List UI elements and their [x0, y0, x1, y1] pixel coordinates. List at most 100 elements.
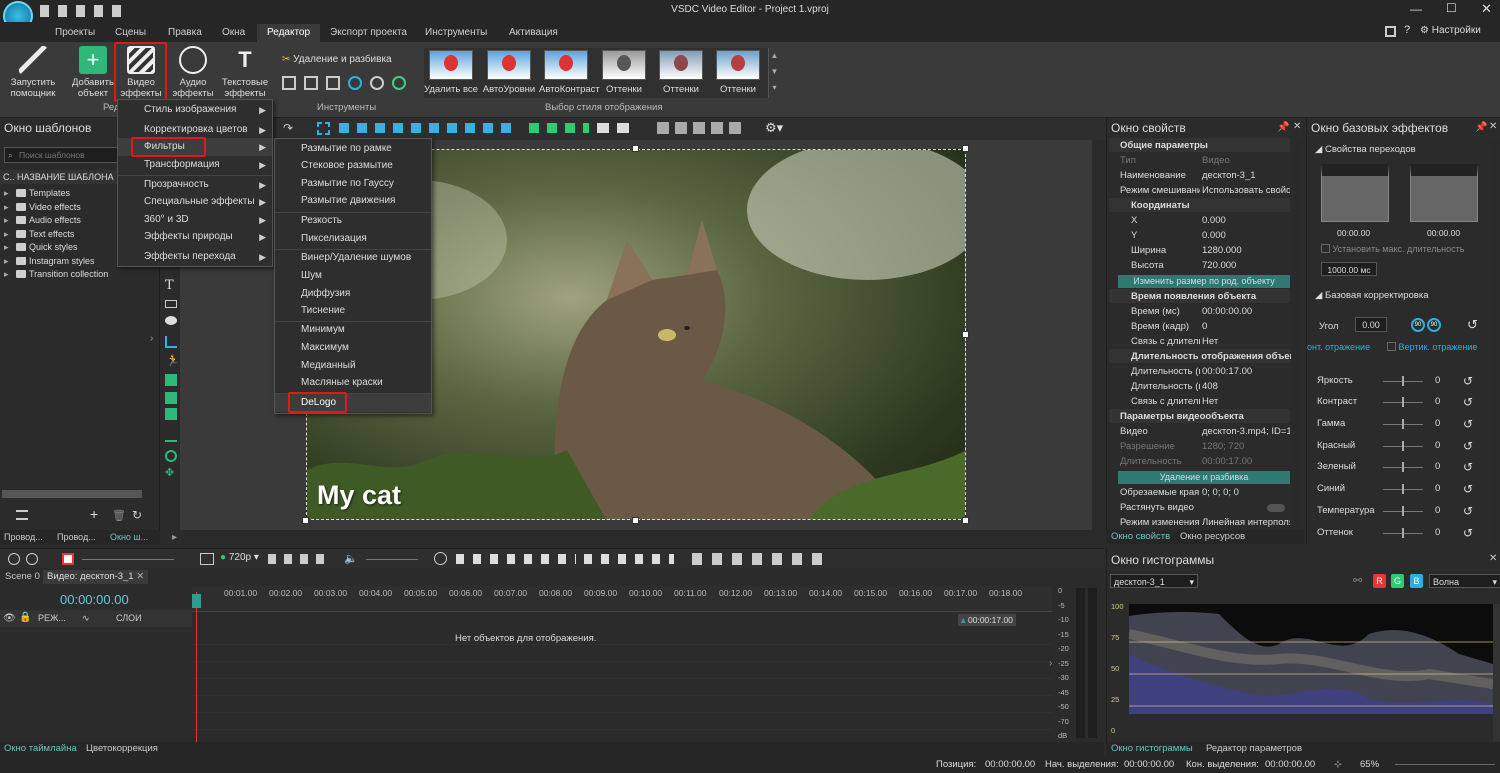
prop-value[interactable]: 00:00:00.00: [1200, 304, 1290, 319]
style-tints-2[interactable]: Оттенки: [654, 50, 708, 95]
coords-header[interactable]: Координаты: [1109, 198, 1290, 213]
tab-templates-window[interactable]: Окно ш...: [110, 530, 148, 544]
histogram-link-icon[interactable]: ⚯: [1353, 574, 1362, 587]
prop-row[interactable]: Растянуть видео: [1109, 500, 1290, 515]
menu-item-pixelate[interactable]: Пикселизация: [275, 230, 431, 248]
reset-icon[interactable]: ↺: [1463, 481, 1473, 497]
reset-icon[interactable]: ↺: [1463, 503, 1473, 519]
tab-projects[interactable]: Проекты: [45, 24, 105, 42]
menu-item-oil-paint[interactable]: Масляные краски: [275, 374, 431, 392]
max-duration-checkbox[interactable]: Установить макс. длительность: [1321, 244, 1464, 254]
add-object-button[interactable]: + Добавить объект: [68, 46, 118, 99]
prop-row[interactable]: Наименование десктоп-3_1: [1109, 168, 1290, 183]
pin-icon[interactable]: 📌: [1277, 122, 1289, 133]
zoom-slider[interactable]: [1395, 764, 1495, 765]
transition-in-preview[interactable]: [1321, 164, 1389, 222]
properties-vscroll[interactable]: [1292, 140, 1302, 530]
tab-param-editor[interactable]: Редактор параметров: [1206, 742, 1302, 756]
prop-value[interactable]: Использовать свойства: [1200, 183, 1290, 198]
prop-value[interactable]: 0; 0; 0; 0: [1200, 485, 1290, 500]
menu-item-diffusion[interactable]: Диффузия: [275, 285, 431, 303]
prop-row[interactable]: Высота 720.000: [1109, 258, 1290, 273]
prop-value[interactable]: 1280.000: [1200, 243, 1290, 258]
prop-row[interactable]: Разрешение 1280; 720: [1109, 439, 1290, 454]
refresh-icon[interactable]: ↻: [132, 508, 142, 522]
reset-icon[interactable]: ↺: [1463, 459, 1473, 475]
subtitle-tool-icon[interactable]: [165, 300, 177, 308]
prop-row[interactable]: Видео десктоп-3.mp4; ID=1: [1109, 424, 1290, 439]
resize-handle[interactable]: [302, 517, 309, 524]
zoom-slider[interactable]: [82, 559, 174, 560]
panel-collapse-icon[interactable]: ›: [150, 333, 153, 344]
add-template-icon[interactable]: +: [90, 506, 98, 522]
resize-handle[interactable]: [962, 331, 969, 338]
group-icons[interactable]: [597, 123, 635, 133]
blend-mode-label[interactable]: РЕЖ...: [38, 613, 66, 623]
delete-template-icon[interactable]: 🗑: [112, 509, 126, 522]
preview-vscroll[interactable]: [1092, 140, 1104, 530]
list-view-icon[interactable]: [16, 510, 28, 520]
open-file-icon[interactable]: [58, 5, 67, 17]
settings-button[interactable]: ⚙ Настройки: [1420, 25, 1481, 36]
reset-icon[interactable]: ↺: [1463, 525, 1473, 541]
timeline-expand-icon[interactable]: ›: [1049, 658, 1052, 669]
channel-b-button[interactable]: B: [1410, 574, 1423, 588]
delete-split-button[interactable]: ✂ Удаление и разбивка: [282, 54, 392, 65]
prop-row[interactable]: X 0.000: [1109, 213, 1290, 228]
slider-knob[interactable]: [1402, 441, 1404, 451]
paste-icon[interactable]: [112, 5, 121, 17]
menu-item-box-blur[interactable]: Размытие по рамке: [275, 140, 431, 158]
tab-properties[interactable]: Окно свойств: [1111, 530, 1170, 544]
menu-item-median[interactable]: Медианный: [275, 357, 431, 375]
menu-item-minimum[interactable]: Минимум: [275, 321, 431, 339]
tree-item[interactable]: Transition collection: [0, 268, 160, 282]
slider-tint[interactable]: Оттенок 0 ↺: [1317, 525, 1482, 541]
menu-item-360-3d[interactable]: 360° и 3D ▶: [118, 211, 272, 229]
prop-row[interactable]: Тип Видео: [1109, 153, 1290, 168]
slider-knob[interactable]: [1402, 376, 1404, 386]
tab-histogram[interactable]: Окно гистограммы: [1111, 742, 1193, 756]
style-auto-levels[interactable]: АвтоУровни: [482, 50, 536, 95]
layout-icon[interactable]: [1385, 26, 1396, 37]
slider-value[interactable]: 0: [1435, 416, 1440, 432]
prop-row[interactable]: Ширина 1280.000: [1109, 243, 1290, 258]
prop-value[interactable]: 0.000: [1200, 213, 1290, 228]
prop-value[interactable]: 408: [1200, 379, 1290, 394]
histogram-vscroll[interactable]: [1493, 604, 1500, 744]
resize-handle[interactable]: [962, 145, 969, 152]
text-effects-button[interactable]: T Текстовые эффекты: [218, 46, 272, 99]
prop-value[interactable]: десктоп-3_1: [1200, 168, 1290, 183]
style-auto-contrast[interactable]: АвтоКонтраст: [539, 50, 600, 95]
style-scroll[interactable]: ▲ ▼ ▾: [768, 48, 780, 98]
playhead[interactable]: [196, 592, 197, 742]
histogram-source-select[interactable]: десктоп-3_1 ▾: [1110, 574, 1198, 588]
slider-knob[interactable]: [1402, 462, 1404, 472]
slider-green[interactable]: Зеленый 0 ↺: [1317, 459, 1482, 475]
menu-item-nature-effects[interactable]: Эффекты природы ▶: [118, 228, 272, 246]
menu-item-special-effects[interactable]: Специальные эффекты ▶: [118, 193, 272, 211]
menu-item-transition-effects[interactable]: Эффекты перехода ▶: [118, 248, 272, 266]
tab-windows[interactable]: Окна: [212, 24, 255, 42]
cut-icon[interactable]: [94, 5, 103, 17]
balloon-tool-icon[interactable]: [165, 316, 177, 325]
hflip-checkbox[interactable]: онт. отражение: [1307, 342, 1370, 352]
transition-out-preview[interactable]: [1410, 164, 1478, 222]
tab-explorer-1[interactable]: Провод...: [4, 530, 43, 544]
prop-value[interactable]: 720.000: [1200, 258, 1290, 273]
slider-value[interactable]: 0: [1435, 373, 1440, 389]
slider-knob[interactable]: [1402, 484, 1404, 494]
panel-expand-icon[interactable]: ▸: [172, 532, 177, 543]
prop-value[interactable]: 0.000: [1200, 228, 1290, 243]
tab-resources[interactable]: Окно ресурсов: [1180, 530, 1245, 544]
stretch-toggle[interactable]: [1267, 504, 1285, 512]
tab-tools[interactable]: Инструменты: [415, 24, 497, 42]
chart-tool-icon[interactable]: [165, 336, 177, 348]
prop-row[interactable]: Режим смешиванияИспользовать свойства: [1109, 183, 1290, 198]
clock-icon[interactable]: [434, 552, 447, 565]
split-controls[interactable]: [692, 553, 822, 565]
minimize-button[interactable]: —: [1410, 2, 1422, 16]
fit-icon[interactable]: ⊹: [1334, 756, 1342, 773]
tab-scenes[interactable]: Сцены: [105, 24, 156, 42]
prop-row[interactable]: Длительность (мс)00:00:17.00: [1109, 364, 1290, 379]
visibility-icon[interactable]: 👁: [3, 613, 16, 624]
